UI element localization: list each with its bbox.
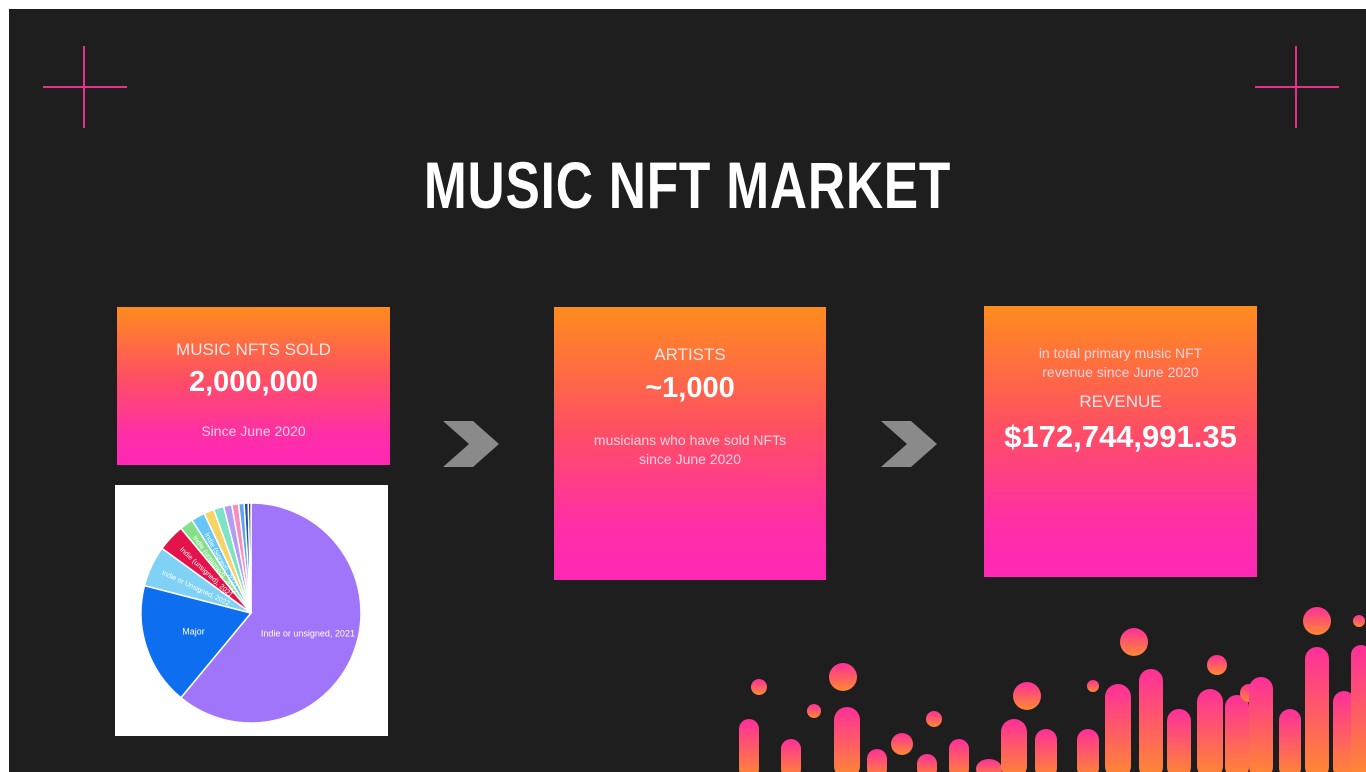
card-value: ~1,000 <box>645 372 735 404</box>
chevron-right-icon <box>881 421 937 467</box>
card-value: $172,744,991.35 <box>1004 419 1237 454</box>
card-value: 2,000,000 <box>188 366 318 398</box>
card-label: ARTISTS <box>654 345 726 364</box>
equalizer-bars-icon <box>739 607 1366 772</box>
pie-chart-panel: Indie or unsigned, 2021 Major Indie or Uns… <box>115 485 388 736</box>
pie-slice-label: Indie or unsigned, 2021 <box>261 628 355 638</box>
crosshair-icon <box>1255 46 1339 128</box>
card-note: Since June 2020 <box>201 423 306 439</box>
pie-slice-label: Major <box>182 627 205 637</box>
page-title: MUSIC NFT MARKET <box>423 148 952 222</box>
card-intro: in total primary music NFT revenue since… <box>1038 345 1203 380</box>
card-label: REVENUE <box>1079 392 1162 411</box>
card-note: musicians who have sold NFTs since June … <box>593 432 787 467</box>
artists-card: ARTISTS ~1,000 musicians who have sold N… <box>554 307 826 580</box>
chevron-right-icon <box>443 421 499 467</box>
nfts-sold-card: MUSIC NFTS SOLD 2,000,000 Since June 202… <box>117 307 390 465</box>
crosshair-icon <box>43 46 127 128</box>
slide: MUSIC NFT MARKET MUSIC NFTS SOLD 2,000,0… <box>9 9 1366 772</box>
card-label: MUSIC NFTS SOLD <box>176 340 331 359</box>
pie-chart: Indie or unsigned, 2021MajorIndie or Uns… <box>140 502 362 724</box>
revenue-card: in total primary music NFT revenue since… <box>984 306 1257 577</box>
